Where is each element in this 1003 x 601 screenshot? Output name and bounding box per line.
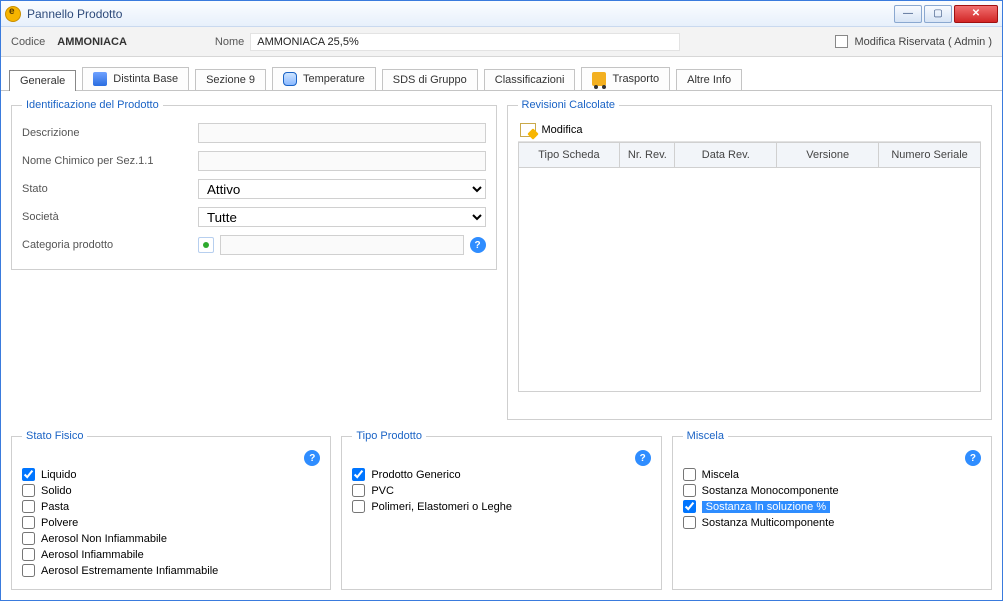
minimize-button[interactable]: —	[894, 5, 922, 23]
chk-aerosol-infiammabile[interactable]: Aerosol Infiammabile	[22, 548, 320, 561]
tipo-prodotto-legend: Tipo Prodotto	[352, 430, 426, 442]
revisioni-header: Tipo Scheda Nr. Rev. Data Rev. Versione …	[519, 143, 981, 168]
stato-fisico-legend: Stato Fisico	[22, 430, 87, 442]
chk-aerosol-estremamente-infiammabile[interactable]: Aerosol Estremamente Infiammabile	[22, 564, 320, 577]
content: Identificazione del Prodotto Descrizione…	[1, 91, 1002, 430]
chk-solido[interactable]: Solido	[22, 484, 320, 497]
minimize-icon: —	[903, 9, 913, 19]
bottom-row: Stato Fisico ? Liquido Solido Pasta Polv…	[1, 430, 1002, 600]
col-versione[interactable]: Versione	[777, 143, 879, 167]
stato-label: Stato	[22, 183, 192, 195]
stato-select[interactable]: Attivo	[198, 179, 486, 199]
window: Pannello Prodotto — ▢ ✕ Codice AMMONIACA…	[0, 0, 1003, 601]
codice-value: AMMONIACA	[51, 34, 133, 50]
miscela-legend: Miscela	[683, 430, 728, 442]
descrizione-label: Descrizione	[22, 127, 192, 139]
help-icon[interactable]: ?	[965, 450, 981, 466]
list-icon	[93, 72, 107, 86]
col-numero-seriale[interactable]: Numero Seriale	[879, 143, 980, 167]
help-icon[interactable]: ?	[470, 237, 486, 253]
descrizione-input[interactable]	[198, 123, 486, 143]
chk-prodotto-generico[interactable]: Prodotto Generico	[352, 468, 650, 481]
tipo-prodotto-fieldset: Tipo Prodotto ? Prodotto Generico PVC Po…	[341, 430, 661, 590]
miscela-fieldset: Miscela ? Miscela Sostanza Monocomponent…	[672, 430, 992, 590]
chk-aerosol-non-infiammabile[interactable]: Aerosol Non Infiammabile	[22, 532, 320, 545]
nome-chimico-input[interactable]	[198, 151, 486, 171]
col-tipo-scheda[interactable]: Tipo Scheda	[519, 143, 621, 167]
tabs: Generale Distinta Base Sezione 9 Tempera…	[1, 57, 1002, 91]
categoria-input[interactable]	[220, 235, 464, 255]
nome-label: Nome	[215, 36, 244, 48]
close-icon: ✕	[972, 9, 980, 19]
app-icon	[5, 6, 21, 22]
help-icon[interactable]: ?	[304, 450, 320, 466]
maximize-button[interactable]: ▢	[924, 5, 952, 23]
titlebar: Pannello Prodotto — ▢ ✕	[1, 1, 1002, 27]
tab-temperature[interactable]: Temperature	[272, 67, 376, 90]
chk-sostanza-in-soluzione[interactable]: Sostanza In soluzione %	[683, 500, 981, 513]
chk-sostanza-multicomponente[interactable]: Sostanza Multicomponente	[683, 516, 981, 529]
identificazione-legend: Identificazione del Prodotto	[22, 99, 163, 111]
tab-sds-gruppo[interactable]: SDS di Gruppo	[382, 69, 478, 90]
col-nr-rev[interactable]: Nr. Rev.	[620, 143, 675, 167]
tab-trasporto[interactable]: Trasporto	[581, 67, 670, 90]
stato-fisico-fieldset: Stato Fisico ? Liquido Solido Pasta Polv…	[11, 430, 331, 590]
codice-label: Codice	[11, 36, 45, 48]
help-icon[interactable]: ?	[635, 450, 651, 466]
chk-pvc[interactable]: PVC	[352, 484, 650, 497]
societa-select[interactable]: Tutte	[198, 207, 486, 227]
societa-label: Società	[22, 211, 192, 223]
modifica-button[interactable]: Modifica	[542, 124, 583, 136]
categoria-label: Categoria prodotto	[22, 239, 192, 251]
chk-sostanza-monocomponente[interactable]: Sostanza Monocomponente	[683, 484, 981, 497]
admin-checkbox-wrap[interactable]: Modifica Riservata ( Admin )	[835, 35, 992, 48]
admin-checkbox[interactable]	[835, 35, 848, 48]
tab-generale[interactable]: Generale	[9, 70, 76, 91]
tab-sezione-9[interactable]: Sezione 9	[195, 69, 266, 90]
nome-chimico-label: Nome Chimico per Sez.1.1	[22, 155, 192, 167]
nome-value: AMMONIACA 25,5%	[250, 33, 680, 51]
admin-label: Modifica Riservata ( Admin )	[854, 36, 992, 48]
tab-classificazioni[interactable]: Classificazioni	[484, 69, 576, 90]
revisioni-fieldset: Revisioni Calcolate Modifica Tipo Scheda…	[507, 99, 993, 420]
truck-icon	[592, 72, 606, 86]
tab-distinta-base[interactable]: Distinta Base	[82, 67, 189, 90]
revisioni-grid[interactable]: Tipo Scheda Nr. Rev. Data Rev. Versione …	[518, 142, 982, 392]
add-category-icon[interactable]	[198, 237, 214, 253]
chk-polvere[interactable]: Polvere	[22, 516, 320, 529]
chk-liquido[interactable]: Liquido	[22, 468, 320, 481]
close-button[interactable]: ✕	[954, 5, 998, 23]
maximize-icon: ▢	[933, 9, 942, 19]
tab-altre-info[interactable]: Altre Info	[676, 69, 742, 90]
window-title: Pannello Prodotto	[27, 7, 122, 21]
thermometer-icon	[283, 72, 297, 86]
col-data-rev[interactable]: Data Rev.	[675, 143, 777, 167]
chk-pasta[interactable]: Pasta	[22, 500, 320, 513]
chk-polimeri[interactable]: Polimeri, Elastomeri o Leghe	[352, 500, 650, 513]
revisioni-legend: Revisioni Calcolate	[518, 99, 620, 111]
identificazione-fieldset: Identificazione del Prodotto Descrizione…	[11, 99, 497, 270]
chk-miscela[interactable]: Miscela	[683, 468, 981, 481]
edit-icon[interactable]	[520, 123, 536, 137]
header-row: Codice AMMONIACA Nome AMMONIACA 25,5% Mo…	[1, 27, 1002, 57]
